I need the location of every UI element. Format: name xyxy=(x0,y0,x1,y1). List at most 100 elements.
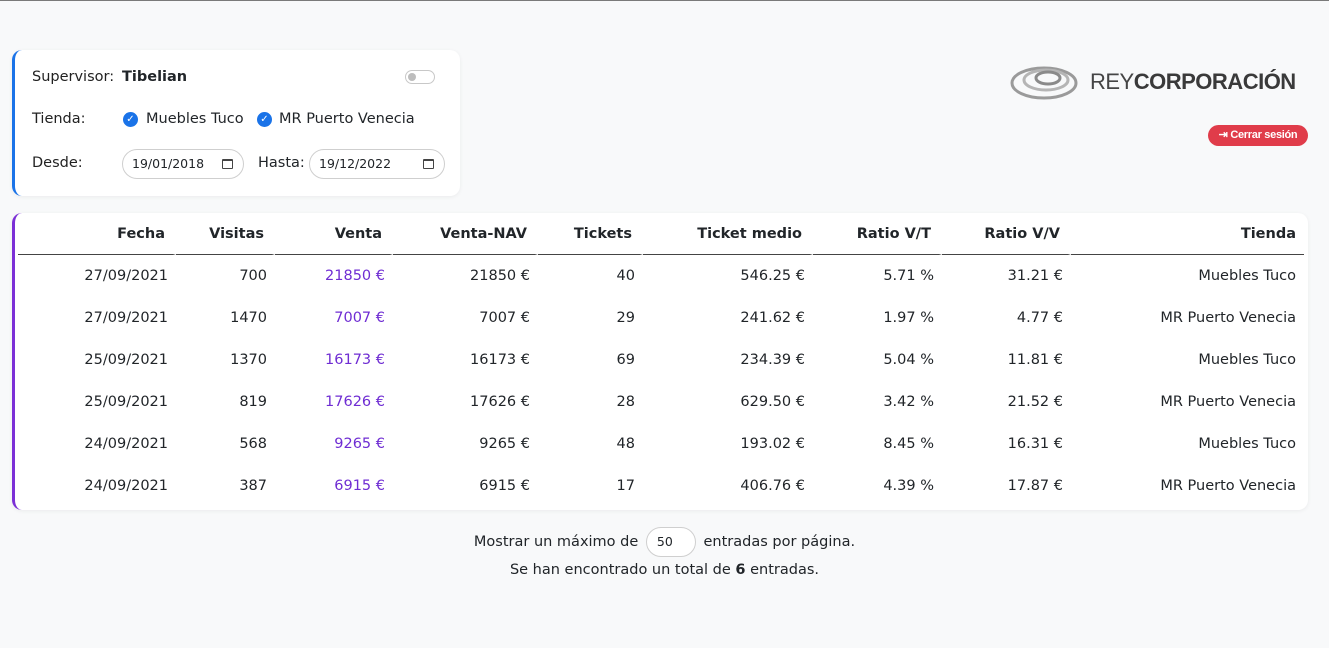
cell-ratio-vt: 1.97 % xyxy=(883,310,934,326)
col-venta-nav[interactable]: Venta-NAV xyxy=(393,213,538,255)
cell-fecha: 27/09/2021 xyxy=(84,268,168,284)
col-tickets[interactable]: Tickets xyxy=(538,213,643,255)
cell-tickets: 40 xyxy=(616,268,635,284)
desde-date-value: 19/01/2018 xyxy=(132,156,205,171)
filter-panel: Supervisor: Tibelian Tienda: ✓ Muebles T… xyxy=(12,50,460,196)
results-table-card: Fecha Visitas Venta Venta-NAV Tickets Ti… xyxy=(12,213,1308,510)
cell-tickets: 69 xyxy=(616,352,635,368)
col-venta[interactable]: Venta xyxy=(275,213,393,255)
results-count: Se han encontrado un total de 6 entradas… xyxy=(0,562,1329,578)
check-icon[interactable]: ✓ xyxy=(257,112,272,127)
cell-tienda: MR Puerto Venecia xyxy=(1160,310,1296,326)
cell-tienda: Muebles Tuco xyxy=(1198,268,1296,284)
cell-tickets: 28 xyxy=(616,394,635,410)
cell-ratio-vt: 8.45 % xyxy=(883,436,934,452)
cell-venta-link[interactable]: 9265 € xyxy=(275,423,393,465)
cell-ratio-vt: 4.39 % xyxy=(883,478,934,494)
desde-label: Desde: xyxy=(32,155,83,171)
table-row: 24/09/2021 387 6915 € 6915 € 17 406.76 €… xyxy=(18,465,1304,507)
cell-visitas: 819 xyxy=(239,394,267,410)
cell-ticket-medio: 546.25 € xyxy=(740,268,805,284)
cell-fecha: 25/09/2021 xyxy=(84,394,168,410)
cell-venta-nav: 9265 € xyxy=(479,436,530,452)
cell-venta-nav: 16173 € xyxy=(470,352,530,368)
col-ratio-vv[interactable]: Ratio V/V xyxy=(942,213,1071,255)
cell-tickets: 48 xyxy=(616,436,635,452)
page-size-control: Mostrar un máximo de 50 entradas por pág… xyxy=(0,527,1329,557)
store-checkbox-muebles-tuco[interactable]: Muebles Tuco xyxy=(146,111,244,127)
table-row: 25/09/2021 819 17626 € 17626 € 28 629.50… xyxy=(18,381,1304,423)
logo-wordmark: REYCORPORACIÓN xyxy=(1090,69,1296,94)
cell-tienda: Muebles Tuco xyxy=(1198,436,1296,452)
table-row: 27/09/2021 700 21850 € 21850 € 40 546.25… xyxy=(18,255,1304,297)
col-fecha[interactable]: Fecha xyxy=(18,213,176,255)
cell-ratio-vv: 4.77 € xyxy=(1016,310,1063,326)
cell-venta-link[interactable]: 16173 € xyxy=(275,339,393,381)
col-tienda[interactable]: Tienda xyxy=(1071,213,1304,255)
cell-tienda: Muebles Tuco xyxy=(1198,352,1296,368)
swirl-logo-icon xyxy=(1010,66,1078,100)
cell-visitas: 700 xyxy=(239,268,267,284)
hasta-date-input[interactable]: 19/12/2022 xyxy=(309,149,445,179)
supervisor-label: Supervisor: xyxy=(32,69,115,85)
cell-ratio-vv: 21.52 € xyxy=(1007,394,1063,410)
page-size-prefix: Mostrar un máximo de xyxy=(473,534,639,550)
logout-icon: ⇥ xyxy=(1218,129,1231,141)
cell-visitas: 387 xyxy=(239,478,267,494)
tienda-label: Tienda: xyxy=(32,111,86,127)
cell-tienda: MR Puerto Venecia xyxy=(1160,478,1296,494)
company-logo: REYCORPORACIÓN xyxy=(1010,63,1302,103)
cell-fecha: 27/09/2021 xyxy=(84,310,168,326)
cell-ratio-vt: 5.04 % xyxy=(883,352,934,368)
cell-tickets: 29 xyxy=(616,310,635,326)
table-row: 24/09/2021 568 9265 € 9265 € 48 193.02 €… xyxy=(18,423,1304,465)
cell-venta-link[interactable]: 17626 € xyxy=(275,381,393,423)
cell-ratio-vv: 31.21 € xyxy=(1007,268,1063,284)
col-ratio-vt[interactable]: Ratio V/T xyxy=(813,213,942,255)
desde-date-input[interactable]: 19/01/2018 xyxy=(122,149,244,179)
cell-ratio-vv: 11.81 € xyxy=(1007,352,1063,368)
calendar-icon[interactable] xyxy=(423,159,434,169)
cell-ticket-medio: 234.39 € xyxy=(740,352,805,368)
cell-ticket-medio: 629.50 € xyxy=(740,394,805,410)
cell-ratio-vv: 17.87 € xyxy=(1007,478,1063,494)
table-row: 25/09/2021 1370 16173 € 16173 € 69 234.3… xyxy=(18,339,1304,381)
cell-visitas: 1370 xyxy=(230,352,267,368)
check-icon[interactable]: ✓ xyxy=(123,112,138,127)
cell-fecha: 24/09/2021 xyxy=(84,478,168,494)
results-count-prefix: Se han encontrado un total de xyxy=(509,562,731,578)
cell-ratio-vt: 5.71 % xyxy=(883,268,934,284)
cell-visitas: 1470 xyxy=(230,310,267,326)
col-visitas[interactable]: Visitas xyxy=(176,213,275,255)
hasta-label: Hasta: xyxy=(258,155,305,171)
table-row: 27/09/2021 1470 7007 € 7007 € 29 241.62 … xyxy=(18,297,1304,339)
table-header-row: Fecha Visitas Venta Venta-NAV Tickets Ti… xyxy=(18,213,1304,255)
page-size-suffix: entradas por página. xyxy=(703,534,856,550)
cell-fecha: 25/09/2021 xyxy=(84,352,168,368)
cell-ticket-medio: 193.02 € xyxy=(740,436,805,452)
logout-button[interactable]: ⇥ Cerrar sesión xyxy=(1208,125,1308,146)
results-count-suffix: entradas. xyxy=(750,562,820,578)
cell-ticket-medio: 241.62 € xyxy=(740,310,805,326)
cell-ratio-vv: 16.31 € xyxy=(1007,436,1063,452)
supervisor-name: Tibelian xyxy=(122,69,188,85)
cell-venta-link[interactable]: 6915 € xyxy=(275,465,393,507)
supervisor-toggle[interactable] xyxy=(405,70,435,84)
store-checkbox-mr-puerto-venecia[interactable]: MR Puerto Venecia xyxy=(279,111,415,127)
page-size-input[interactable]: 50 xyxy=(645,527,696,557)
results-table: Fecha Visitas Venta Venta-NAV Tickets Ti… xyxy=(18,213,1304,507)
cell-ratio-vt: 3.42 % xyxy=(883,394,934,410)
cell-venta-link[interactable]: 7007 € xyxy=(275,297,393,339)
cell-venta-nav: 17626 € xyxy=(470,394,530,410)
calendar-icon[interactable] xyxy=(222,159,233,169)
toggle-knob xyxy=(408,73,416,81)
hasta-date-value: 19/12/2022 xyxy=(319,156,392,171)
cell-ticket-medio: 406.76 € xyxy=(740,478,805,494)
cell-tienda: MR Puerto Venecia xyxy=(1160,394,1296,410)
col-ticket-medio[interactable]: Ticket medio xyxy=(643,213,813,255)
results-count-number: 6 xyxy=(735,562,746,578)
cell-venta-nav: 7007 € xyxy=(479,310,530,326)
cell-fecha: 24/09/2021 xyxy=(84,436,168,452)
cell-visitas: 568 xyxy=(239,436,267,452)
cell-venta-link[interactable]: 21850 € xyxy=(275,255,393,297)
